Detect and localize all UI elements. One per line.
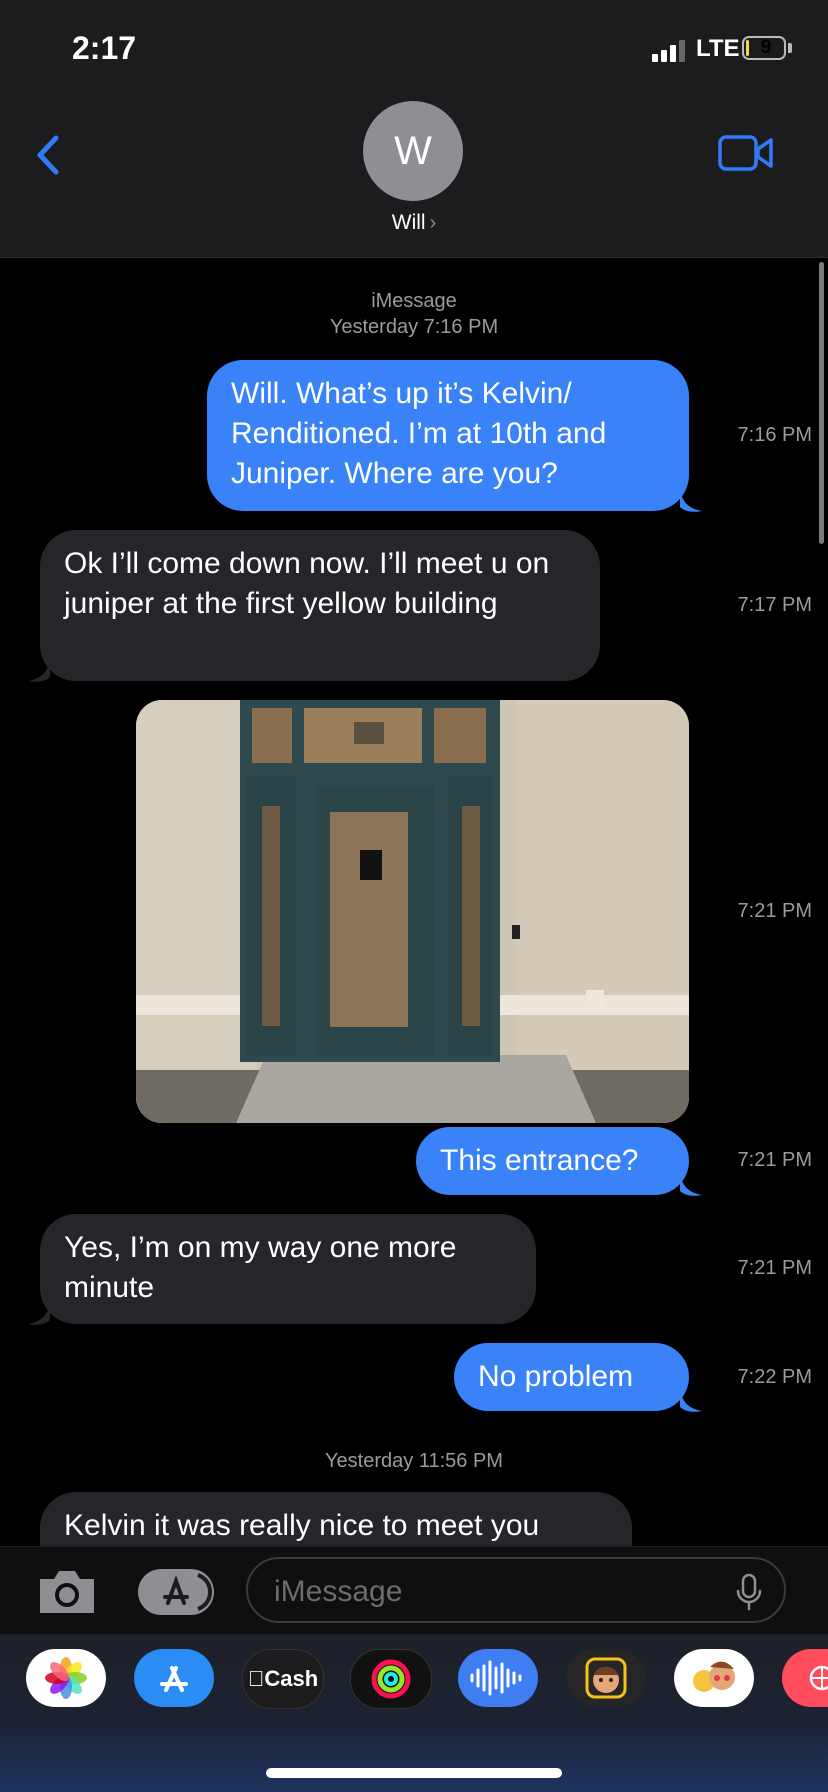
apps-icon: [163, 1573, 213, 1611]
app-drawer: Cash: [0, 1634, 828, 1792]
chevron-right-icon: ›: [429, 212, 437, 234]
audio-message-icon: [470, 1660, 522, 1696]
message-time: 7:16 PM: [737, 424, 812, 446]
bubble-tail: [680, 1389, 702, 1412]
incoming-message[interactable]: Yes, I’m on my way one more minute: [40, 1214, 536, 1324]
web-search-icon: [809, 1665, 828, 1691]
message-time: 7:21 PM: [737, 1257, 812, 1279]
message-input-bar: [0, 1546, 828, 1635]
timestamp-header: Yesterday 7:16 PM: [329, 316, 499, 338]
message-time: 7:22 PM: [737, 1366, 812, 1388]
message-time: 7:21 PM: [737, 1149, 812, 1171]
apple-cash-app-button[interactable]: Cash: [242, 1649, 324, 1709]
contact-name-button[interactable]: Will ›: [0, 211, 828, 235]
facetime-video-icon[interactable]: [718, 133, 774, 173]
memoji-icon: [585, 1657, 627, 1699]
outgoing-message[interactable]: Will. What’s up it’s Kelvin/ Renditioned…: [207, 360, 689, 511]
battery-level: 9: [760, 37, 772, 58]
contact-name: Will: [391, 211, 426, 234]
status-time: 2:17: [72, 30, 137, 66]
microphone-icon[interactable]: [736, 1573, 762, 1611]
battery-icon: 9: [742, 36, 786, 60]
message-time: 7:17 PM: [737, 594, 812, 616]
activity-icon: [371, 1659, 411, 1699]
app-store-icon: [160, 1666, 188, 1692]
contact-avatar[interactable]: W: [363, 101, 463, 201]
animoji-app-button[interactable]: [674, 1649, 754, 1707]
photos-app-button[interactable]: [26, 1649, 106, 1707]
message-input[interactable]: [272, 1569, 716, 1615]
cellular-signal-icon: [652, 40, 688, 62]
entrance-photo: [136, 700, 689, 1123]
camera-icon[interactable]: [36, 1567, 98, 1615]
message-field[interactable]: [246, 1557, 786, 1623]
animoji-icon: [693, 1661, 735, 1692]
photo-attachment[interactable]: [136, 700, 689, 1123]
incoming-message[interactable]: Kelvin it was really nice to meet you: [40, 1492, 632, 1546]
memoji-app-button[interactable]: [566, 1649, 646, 1707]
timestamp-header: Yesterday 11:56 PM: [325, 1450, 503, 1472]
cash-label: Cash: [256, 1666, 318, 1691]
back-chevron-icon[interactable]: [30, 130, 70, 180]
conversation-header: W Will ›: [0, 95, 828, 258]
apple-cash-icon: Cash: [248, 1666, 318, 1692]
network-type: LTE: [696, 35, 740, 62]
activity-app-button[interactable]: [350, 1649, 432, 1709]
bubble-tail: [680, 1173, 702, 1196]
app-store-button[interactable]: [138, 1569, 214, 1615]
photos-icon: [45, 1657, 87, 1699]
service-label: iMessage: [371, 290, 457, 312]
outgoing-message[interactable]: No problem: [454, 1343, 689, 1411]
bubble-tail: [28, 1302, 50, 1325]
web-search-app-button[interactable]: [782, 1649, 828, 1707]
incoming-message[interactable]: Ok I’ll come down now. I’ll meet u on ju…: [40, 530, 600, 681]
outgoing-message[interactable]: This entrance?: [416, 1127, 689, 1195]
status-bar: 2:17 LTE 9: [0, 0, 828, 95]
avatar-initial: W: [394, 128, 432, 173]
bubble-tail: [680, 489, 702, 512]
bubble-tail: [28, 659, 50, 682]
message-time: 7:21 PM: [737, 900, 812, 922]
audio-message-app-button[interactable]: [458, 1649, 538, 1707]
battery-cap: [788, 43, 792, 53]
app-store-app-button[interactable]: [134, 1649, 214, 1707]
home-indicator[interactable]: [266, 1768, 562, 1778]
